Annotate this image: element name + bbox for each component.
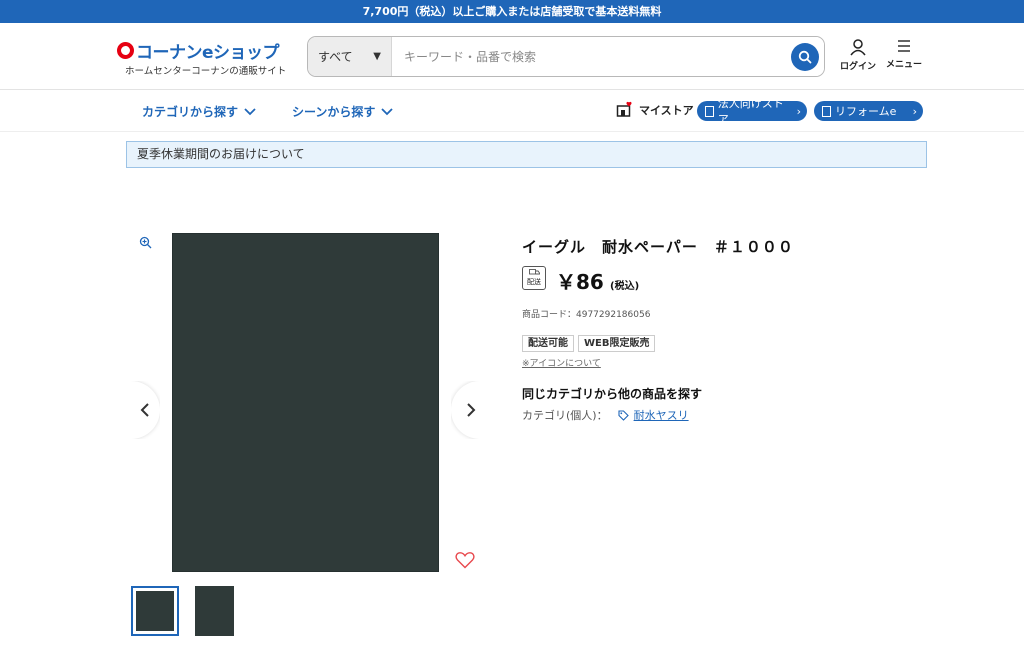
gallery-next-button[interactable] [451, 381, 479, 439]
nav-category-label: カテゴリから探す [142, 105, 239, 119]
search-category-value: すべて [318, 50, 353, 64]
delivery-badge-label: 配送 [527, 277, 541, 286]
product-price: ￥86 [556, 270, 604, 294]
logo-subtitle: ホームセンターコーナンの通販サイト [125, 66, 287, 77]
logo-mark-icon [117, 41, 134, 59]
logo-text: コーナンeショップ [136, 42, 280, 63]
product-main-image[interactable] [172, 233, 439, 572]
search-button[interactable] [791, 43, 819, 71]
truck-icon [528, 269, 540, 275]
tax-note: (税込) [610, 281, 640, 292]
same-category-heading: 同じカテゴリから他の商品を探す [522, 387, 703, 401]
user-icon [850, 39, 866, 56]
document-icon [822, 105, 831, 117]
chevron-right-icon: › [912, 104, 917, 118]
search-input[interactable] [392, 37, 824, 76]
search-bar: すべて ▼ [307, 36, 825, 77]
global-nav: カテゴリから探す シーンから探す マイストア 法人向けストア › リフォームe … [0, 91, 1024, 132]
caret-down-icon: ▼ [373, 51, 381, 62]
site-header: コーナンeショップ ホームセンターコーナンの通販サイト すべて ▼ ログイン [0, 23, 1024, 90]
delivery-badge: 配送 [522, 266, 546, 290]
category-prefix: カテゴリ(個人)： [522, 409, 608, 422]
search-category-select[interactable]: すべて ▼ [308, 37, 392, 76]
product-title: イーグル 耐水ペーパー ＃１０００ [522, 238, 794, 256]
notice-banner[interactable]: 夏季休業期間のお届けについて [126, 141, 927, 168]
icon-info-link[interactable]: ※アイコンについて [522, 356, 601, 369]
chevron-down-icon [244, 107, 256, 115]
tag-icon [618, 409, 629, 421]
mystore-link[interactable]: マイストア [616, 101, 694, 118]
chevron-left-icon [140, 403, 149, 417]
reform-label: リフォームe [835, 105, 897, 118]
document-icon [705, 105, 714, 117]
site-logo[interactable]: コーナンeショップ ホームセンターコーナンの通販サイト [117, 39, 297, 77]
zoom-in-icon[interactable] [139, 236, 152, 249]
free-shipping-banner: 7,700円（税込）以上ご購入または店舗受取で基本送料無料 [0, 0, 1024, 23]
category-line: カテゴリ(個人)： 耐水ヤスリ [522, 407, 689, 423]
product-code: 商品コード：4977292186056 [522, 310, 651, 320]
nav-scene-label: シーンから探す [292, 105, 376, 119]
gallery-prev-button[interactable] [130, 381, 160, 439]
store-heart-icon [616, 101, 632, 117]
menu-button[interactable]: メニュー [882, 38, 926, 70]
hamburger-icon [898, 40, 910, 52]
category-link[interactable]: 耐水ヤスリ [634, 407, 689, 423]
nav-category-dropdown[interactable]: カテゴリから探す [142, 103, 256, 120]
search-icon [798, 50, 812, 64]
tag-web-only: WEB限定販売 [578, 335, 656, 352]
nav-scene-dropdown[interactable]: シーンから探す [292, 103, 394, 120]
chevron-right-icon: › [796, 104, 801, 118]
mystore-label: マイストア [639, 103, 694, 117]
login-label: ログイン [839, 62, 876, 72]
chevron-right-icon [467, 403, 476, 417]
product-thumbnail-2[interactable] [195, 586, 234, 636]
tag-deliverable: 配送可能 [522, 335, 574, 352]
favorite-heart-icon[interactable] [455, 551, 475, 569]
menu-label: メニュー [885, 60, 922, 70]
product-thumbnail-1[interactable] [131, 586, 179, 636]
corporate-store-button[interactable]: 法人向けストア › [697, 97, 807, 126]
login-button[interactable]: ログイン [836, 38, 880, 72]
reform-button[interactable]: リフォームe › [814, 101, 923, 121]
chevron-down-icon [381, 107, 394, 115]
corporate-store-label: 法人向けストア [717, 97, 784, 126]
